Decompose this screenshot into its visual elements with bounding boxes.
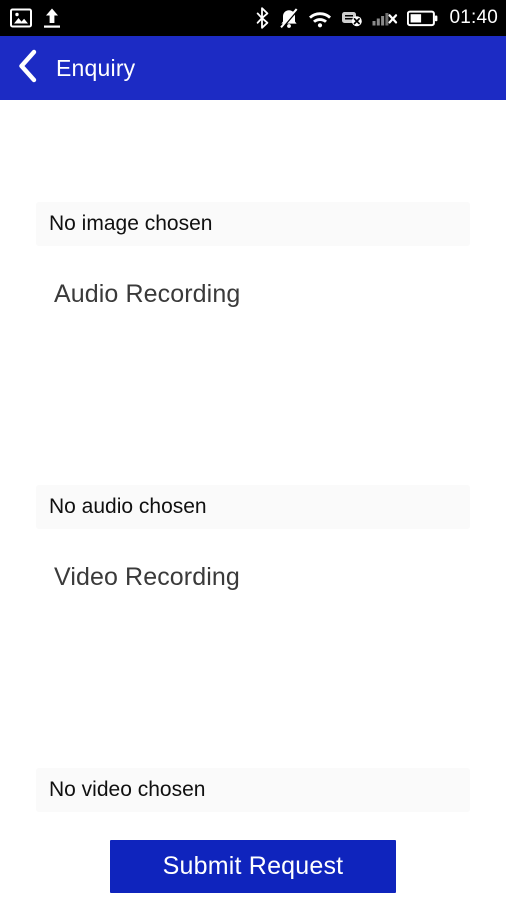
signal-off-icon xyxy=(372,8,398,28)
audio-file-status[interactable]: No audio chosen xyxy=(36,485,470,529)
sync-disabled-icon xyxy=(341,8,363,28)
upload-icon xyxy=(42,7,62,29)
battery-icon xyxy=(407,10,438,27)
image-file-status[interactable]: No image chosen xyxy=(36,202,470,246)
audio-recording-label: Audio Recording xyxy=(54,280,241,308)
status-bar: 01:40 xyxy=(0,0,506,36)
form-content: No image chosen Audio Recording No audio… xyxy=(0,100,506,900)
wifi-icon xyxy=(308,9,332,28)
chevron-left-icon xyxy=(16,49,38,88)
bluetooth-icon xyxy=(256,7,270,29)
image-icon xyxy=(10,8,32,28)
status-bar-clock: 01:40 xyxy=(449,7,498,28)
status-bar-right-icons: 01:40 xyxy=(256,7,506,29)
app-bar: Enquiry xyxy=(0,36,506,100)
back-button[interactable] xyxy=(0,36,54,100)
page-title: Enquiry xyxy=(56,54,136,81)
submit-request-button[interactable]: Submit Request xyxy=(110,840,396,893)
video-file-status[interactable]: No video chosen xyxy=(36,768,470,812)
video-recorder-slot[interactable] xyxy=(36,623,470,733)
mute-icon xyxy=(279,7,299,29)
audio-recorder-slot[interactable] xyxy=(36,340,470,450)
enquiry-screen: 01:40 Enquiry No image chosen Audio Reco… xyxy=(0,0,506,900)
status-bar-left-icons xyxy=(0,7,62,29)
video-recording-label: Video Recording xyxy=(54,563,240,591)
